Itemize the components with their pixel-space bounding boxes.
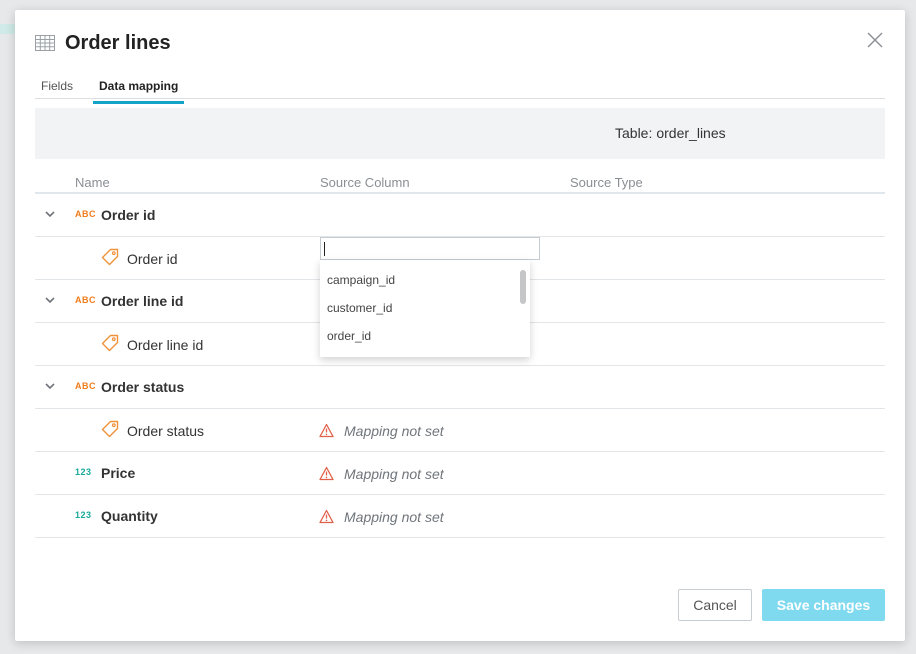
order-lines-dialog: Order lines Fields Data mapping Table: or… — [15, 10, 905, 641]
tab-bar: Fields Data mapping — [35, 74, 885, 104]
source-column-dropdown: campaign_id customer_id order_id — [320, 260, 530, 357]
field-name: Quantity — [101, 508, 158, 524]
dropdown-option[interactable]: order_id — [327, 329, 371, 343]
tag-icon — [101, 420, 119, 438]
group-name: Order status — [101, 379, 185, 395]
dropdown-scrollbar[interactable] — [520, 270, 526, 304]
dialog-title: Order lines — [65, 31, 171, 54]
table-label: Table: — [615, 125, 653, 141]
warning-icon — [319, 423, 334, 438]
field-name: Order id — [127, 251, 178, 267]
table-info: Table: order_lines — [615, 125, 730, 141]
number-type-icon: 123 — [75, 467, 92, 477]
number-type-icon: 123 — [75, 510, 92, 520]
save-changes-button[interactable]: Save changes — [762, 589, 885, 621]
text-caret — [324, 242, 325, 256]
field-row-quantity: 123 Quantity Mapping not set — [35, 495, 885, 538]
cancel-button[interactable]: Cancel — [678, 589, 752, 621]
group-name: Order id — [101, 207, 156, 223]
warning-icon — [319, 466, 334, 481]
dialog-header: Order lines — [35, 31, 171, 55]
tab-data-mapping[interactable]: Data mapping — [93, 79, 185, 104]
text-type-icon: ABC — [75, 381, 96, 391]
tag-icon — [101, 248, 119, 266]
field-row-order-status: Order status Mapping not set — [35, 409, 885, 452]
field-row-price: 123 Price Mapping not set — [35, 452, 885, 495]
group-row-order-id: ABC Order id — [35, 194, 885, 237]
field-name: Order status — [127, 423, 205, 439]
mapping-status[interactable]: Mapping not set — [344, 423, 444, 439]
warning-icon — [319, 509, 334, 524]
dropdown-option[interactable]: campaign_id — [327, 273, 395, 287]
mapping-status[interactable]: Mapping not set — [344, 466, 444, 482]
chevron-down-icon[interactable] — [44, 294, 56, 306]
column-header-source-type: Source Type — [570, 175, 643, 190]
group-row-order-status: ABC Order status — [35, 366, 885, 409]
tab-fields[interactable]: Fields — [41, 79, 73, 99]
chevron-down-icon[interactable] — [44, 380, 56, 392]
text-type-icon: ABC — [75, 209, 96, 219]
field-name: Price — [101, 465, 136, 481]
table-icon — [35, 35, 55, 51]
table-info-bar: Table: order_lines — [35, 108, 885, 159]
source-column-input[interactable] — [320, 237, 540, 260]
column-header-name: Name — [75, 175, 110, 190]
column-header-source-column: Source Column — [320, 175, 410, 190]
text-type-icon: ABC — [75, 295, 96, 305]
mapping-status[interactable]: Mapping not set — [344, 509, 444, 525]
table-name: order_lines — [656, 125, 726, 141]
group-name: Order line id — [101, 293, 184, 309]
field-name: Order line id — [127, 337, 204, 353]
chevron-down-icon[interactable] — [44, 208, 56, 220]
close-icon[interactable] — [867, 32, 883, 48]
dropdown-option[interactable]: customer_id — [327, 301, 392, 315]
tag-icon — [101, 334, 119, 352]
